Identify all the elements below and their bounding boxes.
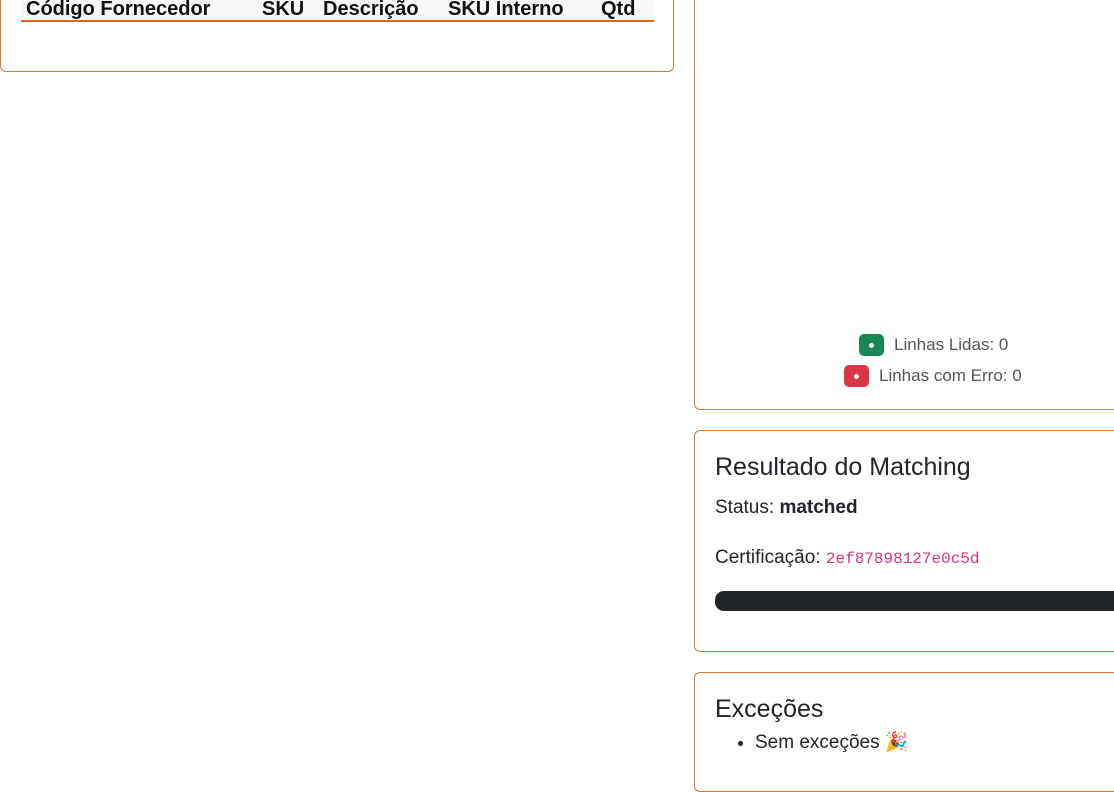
- lines-error-label: Linhas com Erro: 0: [879, 366, 1022, 385]
- matching-result-card: Resultado do Matching Status: matched Ce…: [694, 430, 1114, 652]
- status-value: matched: [779, 497, 858, 518]
- column-header-description[interactable]: Descrição: [323, 0, 419, 19]
- column-header-sku[interactable]: SKU: [262, 0, 304, 19]
- lines-read-label: Linhas Lidas: 0: [894, 335, 1009, 354]
- certification-label: Certificação:: [715, 547, 821, 568]
- exceptions-title: Exceções: [715, 695, 824, 723]
- legend-lines-error: Linhas com Erro: 0: [844, 365, 1022, 387]
- red-status-icon: [844, 365, 869, 387]
- list-item: Sem exceções 🎉: [755, 731, 909, 755]
- exceptions-list: Sem exceções 🎉: [715, 731, 909, 755]
- column-header-supplier-code[interactable]: Código Fornecedor: [26, 0, 210, 19]
- green-status-icon: [859, 334, 884, 356]
- exceptions-card: Exceções Sem exceções 🎉: [694, 672, 1114, 792]
- certification-line: Certificação: 2ef87898127e0c5d: [715, 547, 980, 569]
- items-table-card: Código Fornecedor SKU Descrição SKU Inte…: [0, 0, 674, 72]
- table-header-row: Código Fornecedor SKU Descrição SKU Inte…: [21, 0, 654, 22]
- column-header-internal-sku[interactable]: SKU Interno: [448, 0, 564, 19]
- legend-lines-read: Linhas Lidas: 0: [859, 334, 1008, 356]
- matching-progress-bar: [715, 591, 1114, 611]
- certification-code: 2ef87898127e0c5d: [825, 550, 980, 568]
- status-line: Status: matched: [715, 497, 858, 519]
- matching-title: Resultado do Matching: [715, 453, 971, 481]
- column-header-quantity[interactable]: Qtd: [601, 0, 635, 19]
- lines-summary-card: Linhas Lidas: 0 Linhas com Erro: 0: [694, 0, 1114, 410]
- status-label: Status:: [715, 497, 775, 518]
